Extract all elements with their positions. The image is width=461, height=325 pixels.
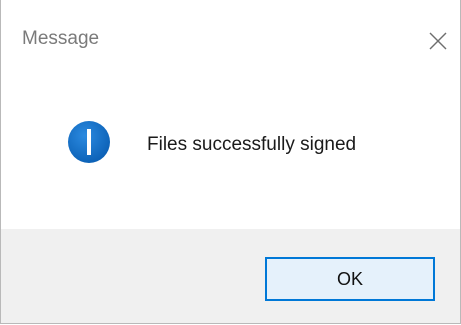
info-icon <box>68 121 110 163</box>
close-button[interactable] <box>421 24 455 58</box>
dialog-title: Message <box>22 28 100 49</box>
dialog-footer: OK <box>1 229 460 323</box>
ok-button[interactable]: OK <box>265 257 435 301</box>
message-dialog: Message Files successfully signed OK <box>0 0 461 324</box>
title-bar: Message <box>1 12 460 52</box>
message-text: Files successfully signed <box>147 134 357 155</box>
close-icon <box>429 32 447 50</box>
dialog-content: Files successfully signed <box>1 54 460 229</box>
